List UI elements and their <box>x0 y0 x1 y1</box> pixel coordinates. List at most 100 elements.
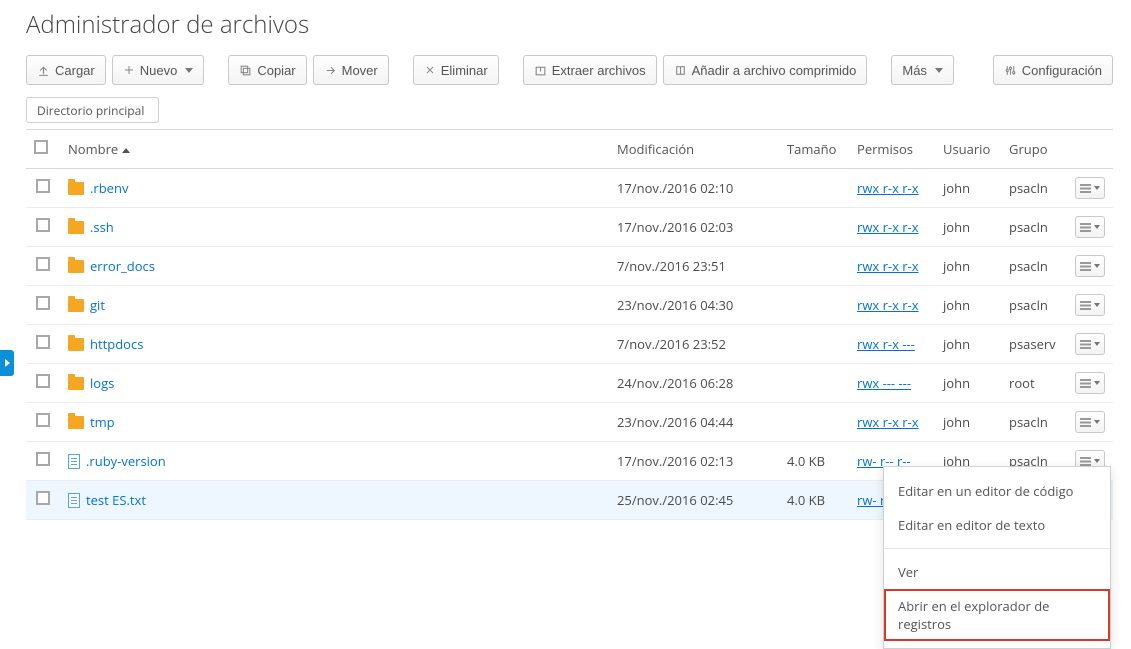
row-actions-button[interactable] <box>1075 372 1105 394</box>
cell-group: psacln <box>1001 208 1067 247</box>
chevron-down-icon <box>1094 459 1100 463</box>
menu-open-log-explorer[interactable]: Abrir en el explorador de registros <box>884 589 1110 641</box>
row-checkbox[interactable] <box>36 335 50 349</box>
file-name-link[interactable]: .ssh <box>90 218 114 236</box>
permissions-link[interactable]: rwx --- --- <box>857 374 911 392</box>
cell-modified: 17/nov./2016 02:03 <box>609 208 779 247</box>
folder-icon <box>68 416 84 429</box>
file-name-link[interactable]: httpdocs <box>90 335 143 353</box>
file-name-link[interactable]: tmp <box>90 413 115 431</box>
table-row: .rbenv 17/nov./2016 02:10 rwx r-x r-x johnp… <box>26 169 1113 208</box>
chevron-down-icon <box>1094 264 1100 268</box>
chevron-down-icon <box>185 68 193 73</box>
compress-icon <box>674 64 687 77</box>
cell-user: john <box>935 169 1001 208</box>
file-name-link[interactable]: error_docs <box>90 257 155 275</box>
delete-icon <box>424 64 436 76</box>
row-actions-button[interactable] <box>1075 255 1105 277</box>
menu-icon <box>1080 223 1091 232</box>
cell-size <box>779 403 849 442</box>
cell-size: 4.0 KB <box>779 442 849 481</box>
cell-user: john <box>935 208 1001 247</box>
column-header-perms[interactable]: Permisos <box>849 130 935 169</box>
settings-button[interactable]: Configuración <box>993 55 1113 85</box>
column-header-name[interactable]: Nombre <box>60 130 609 169</box>
file-icon <box>68 493 80 508</box>
cell-size: 4.0 KB <box>779 481 849 520</box>
permissions-link[interactable]: rwx r-x r-x <box>857 218 919 236</box>
chevron-down-icon <box>1094 303 1100 307</box>
row-actions-button[interactable] <box>1075 177 1105 199</box>
extract-icon <box>534 64 547 77</box>
menu-edit-code[interactable]: Editar en un editor de código <box>884 474 1110 508</box>
permissions-link[interactable]: rwx r-x r-x <box>857 413 919 431</box>
table-row: tmp23/nov./2016 04:44rwx r-x r-xjohnpsac… <box>26 403 1113 442</box>
menu-icon <box>1080 184 1091 193</box>
page-title: Administrador de archivos <box>26 0 1113 55</box>
menu-view[interactable]: Ver <box>884 555 1110 589</box>
chevron-down-icon <box>1094 342 1100 346</box>
copy-icon <box>239 64 252 77</box>
permissions-link[interactable]: rwx r-x r-x <box>857 296 919 314</box>
folder-icon <box>68 338 84 351</box>
file-name-link[interactable]: .rbenv <box>90 179 128 197</box>
permissions-link[interactable]: rwx r-x r-x <box>857 257 919 275</box>
row-checkbox[interactable] <box>36 296 50 310</box>
file-icon <box>68 454 80 469</box>
row-actions-button[interactable] <box>1075 411 1105 433</box>
upload-icon <box>37 64 50 77</box>
row-checkbox[interactable] <box>36 452 50 466</box>
row-checkbox[interactable] <box>36 218 50 232</box>
cell-size <box>779 364 849 403</box>
chevron-down-icon <box>1094 186 1100 190</box>
row-checkbox[interactable] <box>36 491 50 505</box>
row-checkbox[interactable] <box>36 413 50 427</box>
breadcrumb[interactable]: Directorio principal <box>26 97 159 123</box>
cell-group: psacln <box>1001 286 1067 325</box>
compress-button[interactable]: Añadir a archivo comprimido <box>663 55 868 85</box>
cell-modified: 24/nov./2016 06:28 <box>609 364 779 403</box>
cell-group: psacln <box>1001 403 1067 442</box>
permissions-link[interactable]: rwx r-x --- <box>857 335 915 353</box>
file-name-link[interactable]: logs <box>90 374 114 392</box>
row-actions-button[interactable] <box>1075 333 1105 355</box>
cell-group: psacln <box>1001 169 1067 208</box>
cell-size <box>779 208 849 247</box>
file-name-link[interactable]: git <box>90 296 105 314</box>
folder-icon <box>68 260 84 273</box>
cell-group: root <box>1001 364 1067 403</box>
file-name-link[interactable]: test ES.txt <box>86 491 146 509</box>
toolbar: Cargar Nuevo Copiar Mover Eliminar Extra… <box>26 55 1113 97</box>
new-button[interactable]: Nuevo <box>112 55 205 85</box>
file-name-link[interactable]: .ruby-version <box>86 452 166 470</box>
permissions-link[interactable]: rwx r-x r-x <box>857 179 919 197</box>
table-row: git23/nov./2016 04:30rwx r-x r-xjohnpsac… <box>26 286 1113 325</box>
row-context-menu: Editar en un editor de código Editar en … <box>883 466 1111 649</box>
cell-user: john <box>935 325 1001 364</box>
copy-button[interactable]: Copiar <box>228 55 306 85</box>
more-button[interactable]: Más <box>891 55 954 85</box>
menu-edit-text[interactable]: Editar en editor de texto <box>884 508 1110 542</box>
menu-icon <box>1080 340 1091 349</box>
row-checkbox[interactable] <box>36 257 50 271</box>
cell-modified: 17/nov./2016 02:13 <box>609 442 779 481</box>
column-header-user[interactable]: Usuario <box>935 130 1001 169</box>
move-icon <box>324 64 337 77</box>
cell-size <box>779 325 849 364</box>
table-row: httpdocs7/nov./2016 23:52rwx r-x ---john… <box>26 325 1113 364</box>
column-header-modified[interactable]: Modificación <box>609 130 779 169</box>
delete-button[interactable]: Eliminar <box>413 55 499 85</box>
column-header-size[interactable]: Tamaño <box>779 130 849 169</box>
cell-modified: 17/nov./2016 02:10 <box>609 169 779 208</box>
folder-icon <box>68 377 84 390</box>
select-all-checkbox[interactable] <box>34 140 48 154</box>
extract-button[interactable]: Extraer archivos <box>523 55 657 85</box>
move-button[interactable]: Mover <box>313 55 389 85</box>
column-header-group[interactable]: Grupo <box>1001 130 1067 169</box>
row-checkbox[interactable] <box>36 374 50 388</box>
upload-button[interactable]: Cargar <box>26 55 106 85</box>
row-actions-button[interactable] <box>1075 216 1105 238</box>
cell-modified: 23/nov./2016 04:30 <box>609 286 779 325</box>
row-actions-button[interactable] <box>1075 294 1105 316</box>
row-checkbox[interactable] <box>36 179 50 193</box>
